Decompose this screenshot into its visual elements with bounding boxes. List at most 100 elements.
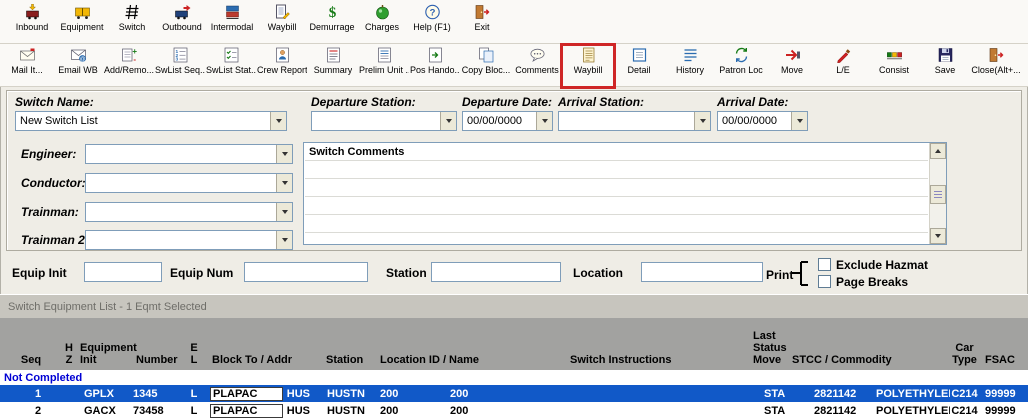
scrollbar-thumb[interactable] [930,185,946,204]
chevron-down-icon[interactable] [276,145,292,163]
toolbar-button-label: Waybill [267,22,297,32]
departure-station-select[interactable] [311,111,457,131]
email-wb-button[interactable]: @ Email WB [53,46,103,86]
equip-init-label: Equip Init [12,266,67,280]
consist-button[interactable]: Consist [869,46,919,86]
column-header-block-to[interactable]: Block To / Addr [206,318,310,370]
trainman2-select[interactable] [85,230,293,250]
patron-loc-button[interactable]: Patron Loc [716,46,766,86]
conductor-select[interactable] [85,173,293,193]
close-alt-button[interactable]: Close(Alt+... [971,46,1021,86]
equip-num-input[interactable] [244,262,368,282]
station-input[interactable] [431,262,561,282]
trainman-select[interactable] [85,202,293,222]
switch-comments-box[interactable]: Switch Comments [303,142,947,245]
chevron-down-icon[interactable] [791,112,807,130]
chevron-down-icon[interactable] [276,203,292,221]
cell-fsac: 99999 [985,404,1016,417]
swlist-seq-button[interactable]: 1 2 3 SwList Seq... [155,46,205,86]
column-header-el[interactable]: E L [182,318,206,370]
mail-icon [18,47,36,64]
departure-date-picker[interactable]: 00/00/0000 [462,111,553,131]
column-header-fsac[interactable]: FSAC [979,318,1028,370]
column-header-car-type[interactable]: Car Type [950,318,979,370]
chevron-down-icon[interactable] [694,112,710,130]
location-input[interactable] [641,262,763,282]
waybill-button[interactable]: Waybill [560,43,616,89]
comments-scrollbar[interactable] [929,143,946,244]
cell-location-id: 200 [380,404,399,417]
exit-button[interactable]: Exit [457,3,507,43]
column-header-last-status-move[interactable]: Last Status Move [750,318,787,370]
chevron-down-icon[interactable] [270,112,286,130]
column-header-seq[interactable]: Seq [0,318,62,370]
save-button[interactable]: Save [920,46,970,86]
block-to-editor[interactable]: PLAPAC [210,403,283,418]
engineer-select[interactable] [85,144,293,164]
crew-report-button[interactable]: Crew Report [257,46,307,86]
switch-name-select[interactable]: New Switch List [15,111,287,131]
toolbar-button-label: Add/Remo... [104,65,154,75]
column-header-hz[interactable]: H Z [62,318,76,370]
toolbar-button-label: Copy Bloc... [461,65,511,75]
switch-button[interactable]: Switch [107,3,157,43]
column-header-switch-instructions[interactable]: Switch Instructions [560,318,750,370]
scroll-down-icon[interactable] [930,228,946,244]
history-button[interactable]: History [665,46,715,86]
outbound-button[interactable]: Outbound [157,3,207,43]
arrival-date-picker[interactable]: 00/00/0000 [717,111,808,131]
cell-seq: 2 [34,404,42,417]
chevron-down-icon[interactable] [440,112,456,130]
equipment-button[interactable]: Equipment [57,3,107,43]
swlist-stat-button[interactable]: SwList Stat... [206,46,256,86]
prelim-unit-icon [375,47,393,64]
location-filter-label: Location [573,266,623,280]
equipment-row[interactable]: 1 GPLX 1345 L PLAPAC HUS HUSTN 200 200 STA 2821142… [0,385,1028,402]
help-f1-button[interactable]: ? Help (F1) [407,3,457,43]
toolbar-button-label: SwList Seq... [155,65,205,75]
l-e-button[interactable]: L/E [818,46,868,86]
trainman-label: Trainman: [21,205,79,219]
pos-hando-button[interactable]: Pos Hando... [410,46,460,86]
chevron-down-icon[interactable] [276,231,292,249]
equip-init-input[interactable] [84,262,162,282]
email-icon: @ [69,47,87,64]
column-header-location[interactable]: Location ID / Name [370,318,560,370]
detail-button[interactable]: Detail [614,46,664,86]
exclude-hazmat-checkbox[interactable] [818,258,831,271]
column-header-stcc-commodity[interactable]: STCC / Commodity [786,318,950,370]
mail-it-button[interactable]: Mail It... [2,46,52,86]
equipment-icon [73,4,91,21]
add-remo-button[interactable]: + - Add/Remo... [104,46,154,86]
page-breaks-checkbox[interactable] [818,275,831,288]
demurrage-button[interactable]: $ Demurrage [307,3,357,43]
comments-button[interactable]: Comments [512,46,562,86]
summary-button[interactable]: Summary [308,46,358,86]
toolbar-button-label: Summary [313,65,353,75]
toolbar-button-label: Close(Alt+... [971,65,1021,75]
inbound-button[interactable]: Inbound [7,3,57,43]
column-header-station[interactable]: Station [310,318,370,370]
cell-car-type: C214 [951,404,978,417]
intermodal-button[interactable]: Intermodal [207,3,257,43]
block-to-editor[interactable]: PLAPAC [210,386,283,401]
column-header-equipment[interactable]: Equipment Init Number [76,318,182,370]
arrival-station-select[interactable] [558,111,711,131]
outbound-icon [173,4,191,21]
chevron-down-icon[interactable] [276,174,292,192]
page-breaks-label: Page Breaks [836,275,909,289]
switch-comments-label: Switch Comments [309,146,405,158]
scroll-up-icon[interactable] [930,143,946,159]
commodity-value: POLYETHYLENE [876,404,950,417]
history-icon [681,47,699,64]
copy-bloc-button[interactable]: Copy Bloc... [461,46,511,86]
equipment-row[interactable]: 2 GACX 73458 L PLAPAC HUS HUSTN 200 200 STA 282114… [0,402,1028,419]
arrival-date-label: Arrival Date: [717,95,789,109]
chevron-down-icon[interactable] [536,112,552,130]
grid-group-not-completed: Not Completed [0,370,1028,385]
toolbar-button-label: Help (F1) [413,22,451,32]
charges-button[interactable]: Charges [357,3,407,43]
waybill-button[interactable]: Waybill [257,3,307,43]
move-button[interactable]: Move [767,46,817,86]
prelim-unit-button[interactable]: Prelim Unit ... [359,46,409,86]
